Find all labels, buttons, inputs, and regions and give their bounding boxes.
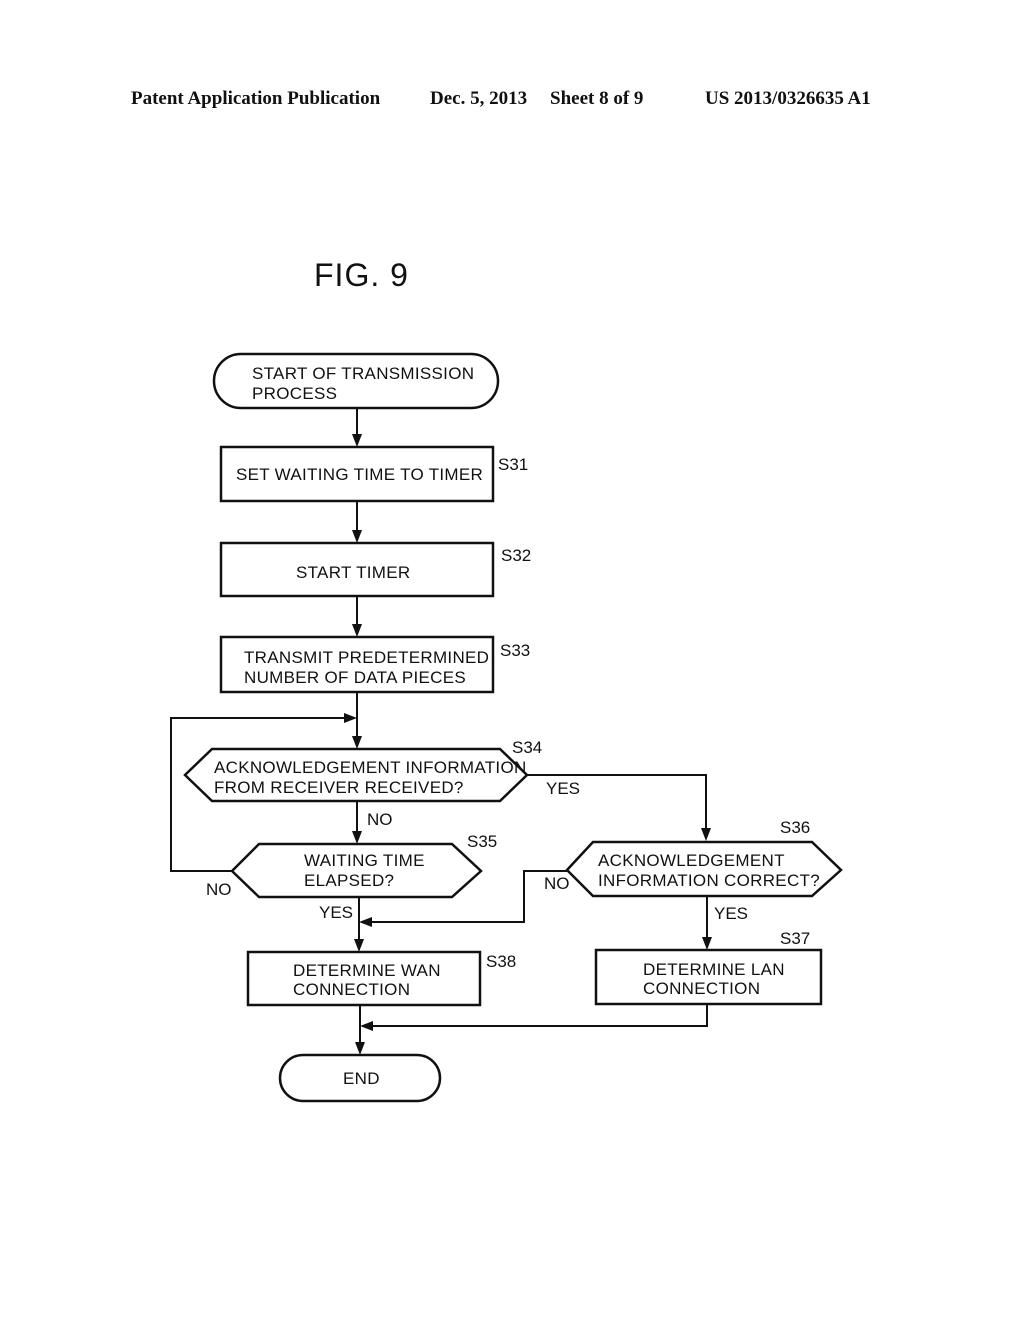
s33-text-line1: TRANSMIT PREDETERMINED: [244, 648, 489, 667]
flowchart: FIG. 9 START OF TRANSMISSION PROCESS SET…: [170, 257, 843, 1103]
decision-s34: ACKNOWLEDGEMENT INFORMATION FROM RECEIVE…: [183, 738, 542, 803]
s32-text: START TIMER: [296, 563, 410, 582]
s37-text-line1: DETERMINE LAN: [643, 960, 785, 979]
s34-text-line1: ACKNOWLEDGEMENT INFORMATION: [214, 758, 527, 777]
s35-step-label: S35: [467, 832, 497, 851]
arrowhead: [355, 1042, 365, 1055]
start-terminator: START OF TRANSMISSION PROCESS: [212, 352, 500, 410]
arrowhead: [360, 1021, 373, 1031]
arrowhead: [702, 937, 712, 950]
step-s33: TRANSMIT PREDETERMINED NUMBER OF DATA PI…: [219, 635, 530, 694]
s36-text-line2: INFORMATION CORRECT?: [598, 871, 820, 890]
arrowhead: [352, 434, 362, 447]
end-text: END: [343, 1069, 380, 1088]
s33-step-label: S33: [500, 641, 530, 660]
arrowhead: [354, 939, 364, 952]
s37-text-line2: CONNECTION: [643, 979, 760, 998]
step-s32: START TIMER S32: [219, 541, 531, 598]
arrowhead: [352, 624, 362, 637]
s34-text-line2: FROM RECEIVER RECEIVED?: [214, 778, 464, 797]
arrowhead: [352, 736, 362, 749]
figure-title: FIG. 9: [314, 257, 409, 293]
start-text-line2: PROCESS: [252, 384, 337, 403]
arrowhead: [344, 713, 357, 723]
s31-step-label: S31: [498, 455, 528, 474]
step-s31: SET WAITING TIME TO TIMER S31: [219, 445, 528, 503]
s35-no-label: NO: [206, 880, 232, 899]
s36-step-label: S36: [780, 818, 810, 837]
s33-text-line2: NUMBER OF DATA PIECES: [244, 668, 466, 687]
s35-yes-label: YES: [319, 903, 353, 922]
decision-s36: ACKNOWLEDGEMENT INFORMATION CORRECT? S36…: [544, 818, 843, 898]
s38-text-line1: DETERMINE WAN: [293, 961, 441, 980]
arrowhead: [352, 530, 362, 543]
s36-text-line1: ACKNOWLEDGEMENT: [598, 851, 785, 870]
s32-step-label: S32: [501, 546, 531, 565]
s34-yes-label: YES: [546, 779, 580, 798]
end-terminator: END: [278, 1053, 442, 1103]
s36-no-label: NO: [544, 874, 570, 893]
s38-text-line2: CONNECTION: [293, 980, 410, 999]
s34-no-label: NO: [367, 810, 393, 829]
s31-text: SET WAITING TIME TO TIMER: [236, 465, 483, 484]
step-s38: DETERMINE WAN CONNECTION S38: [246, 950, 516, 1007]
arrowhead: [352, 831, 362, 844]
arrowhead: [359, 917, 372, 927]
connector-s37-end: [372, 1004, 708, 1027]
s38-step-label: S38: [486, 952, 516, 971]
s34-step-label: S34: [512, 738, 542, 757]
s37-step-label: S37: [780, 929, 810, 948]
decision-s35: WAITING TIME ELAPSED? S35 NO: [206, 832, 497, 899]
s35-text-line2: ELAPSED?: [304, 871, 394, 890]
s35-text-line1: WAITING TIME: [304, 851, 425, 870]
s36-yes-label: YES: [714, 904, 748, 923]
arrowhead: [701, 828, 711, 841]
start-text-line1: START OF TRANSMISSION: [252, 364, 474, 383]
